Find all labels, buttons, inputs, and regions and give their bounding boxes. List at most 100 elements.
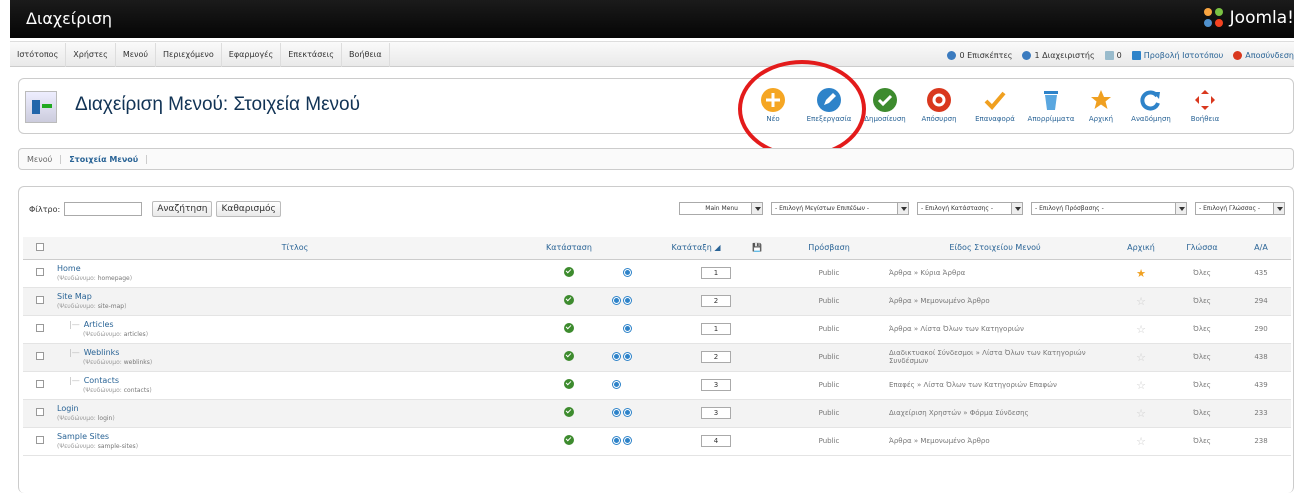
row-checkbox[interactable]: [36, 408, 44, 416]
move-up-icon[interactable]: [613, 352, 620, 360]
move-up-icon[interactable]: [613, 408, 620, 416]
menu-item-alias: (Ψευδώνυμο: articles): [83, 331, 149, 338]
select-all-checkbox[interactable]: [36, 242, 44, 251]
move-up-icon[interactable]: [613, 296, 620, 304]
menu-content[interactable]: Περιεχόμενο: [156, 43, 222, 67]
item-id: 238: [1231, 427, 1291, 456]
menu-help[interactable]: Βοήθεια: [342, 43, 390, 67]
col-language[interactable]: Γλώσσα: [1173, 237, 1231, 260]
row-checkbox[interactable]: [36, 436, 44, 444]
home-star-empty-icon[interactable]: ☆: [1136, 323, 1146, 336]
home-button[interactable]: Αρχική: [1075, 85, 1127, 129]
table-row: |— Contacts (Ψευδώνυμο: contacts) 3 Public Επ…: [23, 371, 1291, 400]
row-checkbox[interactable]: [36, 352, 44, 360]
col-home[interactable]: Αρχική: [1109, 237, 1173, 260]
move-down-icon[interactable]: [624, 268, 631, 276]
state-select[interactable]: - Επιλογή Κατάστασης -: [917, 202, 1023, 215]
col-access[interactable]: Πρόσβαση: [777, 237, 881, 260]
item-id: 438: [1231, 343, 1291, 372]
rebuild-button[interactable]: Αναδόμηση: [1125, 85, 1177, 129]
menu-extensions[interactable]: Επεκτάσεις: [281, 43, 342, 67]
logout-link[interactable]: Αποσύνδεση: [1233, 50, 1294, 60]
filter-search-input[interactable]: [64, 202, 143, 216]
ordering-input[interactable]: 3: [701, 379, 731, 391]
col-id[interactable]: Α/Α: [1231, 237, 1291, 260]
status-bar: 0 Επισκέπτες 1 Διαχειριστής 0 Προβολή Ισ…: [947, 42, 1294, 68]
home-star-empty-icon[interactable]: ☆: [1136, 379, 1146, 392]
ordering-input[interactable]: 1: [701, 323, 731, 335]
menu-users[interactable]: Χρήστες: [66, 43, 116, 67]
menu-item-type: Διαχείριση Χρηστών » Φόρμα Σύνδεσης: [881, 399, 1109, 428]
ordering-input[interactable]: 2: [701, 351, 731, 363]
menu-item-title-link[interactable]: Sample Sites: [57, 432, 533, 441]
move-down-icon[interactable]: [624, 352, 631, 360]
published-icon[interactable]: [564, 323, 574, 333]
move-up-icon[interactable]: [613, 436, 620, 444]
published-icon[interactable]: [564, 295, 574, 305]
save-order-icon[interactable]: 💾: [752, 243, 762, 252]
item-id: 233: [1231, 399, 1291, 428]
col-status[interactable]: Κατάσταση: [533, 237, 605, 260]
row-checkbox[interactable]: [36, 296, 44, 304]
table-row: Login (Ψευδώνυμο: login) 3 Public Διαχείριση…: [23, 399, 1291, 428]
trash-icon: [1039, 88, 1063, 112]
tab-menus[interactable]: Μενού: [19, 154, 62, 164]
menu-site[interactable]: Ιστότοπος: [10, 43, 67, 67]
col-menu-item-type[interactable]: Είδος Στοιχείου Μενού: [881, 237, 1109, 260]
tree-indent: |—: [69, 320, 80, 329]
menu-item-title-link[interactable]: Site Map: [57, 292, 533, 301]
ordering-input[interactable]: 4: [701, 435, 731, 447]
tab-menu-items[interactable]: Στοιχεία Μενού: [61, 154, 148, 164]
home-star-empty-icon[interactable]: ☆: [1136, 435, 1146, 448]
menu-item-type: Επαφές » Λίστα Όλων των Κατηγοριών Επαφώ…: [881, 371, 1109, 400]
row-checkbox[interactable]: [36, 268, 44, 276]
logout-icon: [1233, 50, 1243, 60]
menu-select[interactable]: Main Menu: [679, 202, 763, 215]
clear-button[interactable]: Καθαρισμός: [216, 201, 281, 217]
view-site-link[interactable]: Προβολή Ιστοτόπου: [1131, 50, 1223, 60]
published-icon[interactable]: [564, 407, 574, 417]
move-down-icon[interactable]: [624, 408, 631, 416]
menu-item-title-link[interactable]: |— Articles: [69, 320, 533, 329]
menu-components[interactable]: Εφαρμογές: [222, 43, 282, 67]
move-down-icon[interactable]: [624, 324, 631, 332]
published-icon[interactable]: [564, 379, 574, 389]
ordering-input[interactable]: 3: [701, 407, 731, 419]
publish-button[interactable]: Δημοσίευση: [859, 85, 911, 129]
home-star-empty-icon[interactable]: ☆: [1136, 295, 1146, 308]
menu-item-title-link[interactable]: Home: [57, 264, 533, 273]
access-level: Public: [777, 343, 881, 372]
row-checkbox[interactable]: [36, 380, 44, 388]
language: Όλες: [1173, 427, 1231, 456]
search-button[interactable]: Αναζήτηση: [152, 201, 213, 217]
col-ordering[interactable]: Κατάταξη ◢: [655, 237, 737, 260]
home-star-empty-icon[interactable]: ☆: [1136, 407, 1146, 420]
ordering-input[interactable]: 2: [701, 295, 731, 307]
trash-button[interactable]: Απορρίμματα: [1025, 85, 1077, 129]
move-up-icon[interactable]: [613, 380, 620, 388]
move-down-icon[interactable]: [624, 436, 631, 444]
messages-status[interactable]: 0: [1104, 50, 1122, 60]
max-levels-select[interactable]: - Επιλογή Μεγίστων Επιπέδων -: [771, 202, 909, 215]
unpublish-button[interactable]: Απόσυρση: [913, 85, 965, 129]
menu-item-title-link[interactable]: |— Contacts: [69, 376, 533, 385]
joomla-logo-icon: [1203, 8, 1226, 28]
checkin-button[interactable]: Επαναφορά: [969, 85, 1021, 129]
move-down-icon[interactable]: [624, 296, 631, 304]
row-checkbox[interactable]: [36, 324, 44, 332]
ordering-input[interactable]: 1: [701, 267, 731, 279]
home-star-empty-icon[interactable]: ☆: [1136, 351, 1146, 364]
menu-menus[interactable]: Μενού: [116, 43, 157, 67]
home-star-icon[interactable]: ★: [1136, 267, 1146, 280]
access-select[interactable]: - Επιλογή Πρόσβασης -: [1031, 202, 1187, 215]
menu-item-title-link[interactable]: |— Weblinks: [69, 348, 533, 357]
menu-manager-icon: [25, 91, 57, 123]
users-icon: [947, 50, 957, 60]
col-title[interactable]: Τίτλος: [57, 237, 533, 260]
published-icon[interactable]: [564, 435, 574, 445]
published-icon[interactable]: [564, 351, 574, 361]
language-select[interactable]: - Επιλογή Γλώσσας -: [1195, 202, 1285, 215]
menu-item-title-link[interactable]: Login: [57, 404, 533, 413]
help-button[interactable]: Βοήθεια: [1179, 85, 1231, 129]
published-icon[interactable]: [564, 267, 574, 277]
